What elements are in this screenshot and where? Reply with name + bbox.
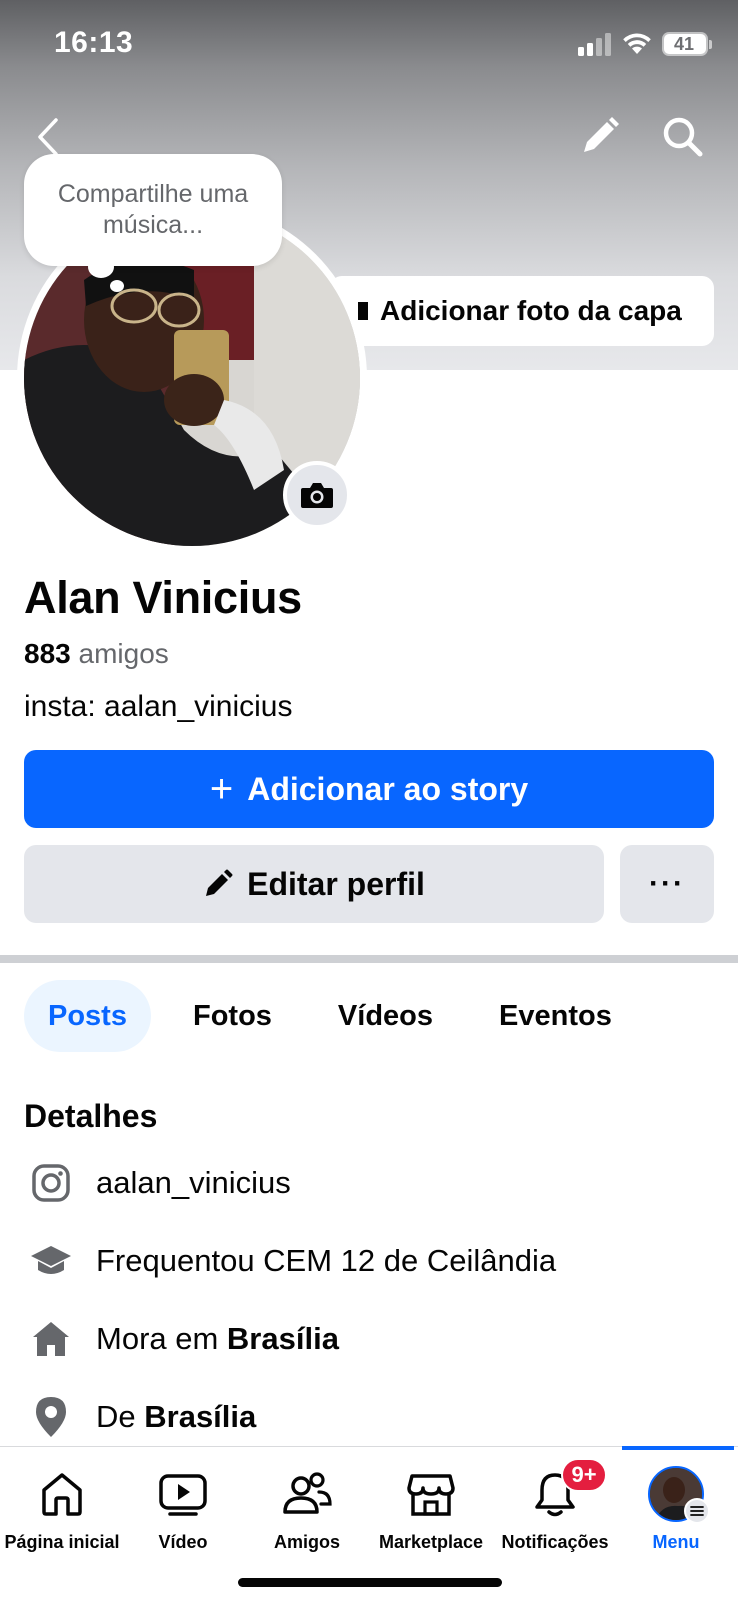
camera-icon — [301, 483, 333, 508]
friends-label: amigos — [78, 638, 169, 669]
nav-label: Vídeo — [158, 1532, 208, 1552]
tab-label: Posts — [48, 999, 127, 1032]
profile-name: Alan Vinicius — [24, 572, 302, 623]
friends-icon — [281, 1464, 333, 1524]
nav-marketplace[interactable]: Marketplace — [369, 1464, 493, 1553]
nav-menu[interactable]: Menu — [614, 1464, 738, 1553]
tab-label: Fotos — [192, 999, 272, 1032]
nav-friends[interactable]: Amigos — [245, 1464, 369, 1553]
active-tab-indicator — [622, 1446, 734, 1450]
add-to-story-button[interactable]: + Adicionar ao story — [24, 750, 714, 828]
note-bubble-tail-small — [110, 280, 124, 292]
home-indicator — [238, 1578, 502, 1587]
graduation-cap-icon — [24, 1236, 78, 1286]
nav-notifications[interactable]: 9+ Notificações — [493, 1458, 617, 1553]
nav-label: Marketplace — [378, 1532, 484, 1552]
search-icon — [663, 117, 703, 157]
tab-events[interactable]: Eventos — [475, 980, 636, 1052]
edit-profile-button[interactable]: Editar perfil — [24, 845, 604, 923]
instagram-icon — [24, 1158, 78, 1208]
menu-icon — [684, 1498, 710, 1524]
status-bar: 16:13 41 — [0, 0, 738, 90]
detail-instagram[interactable]: aalan_vinicius — [24, 1158, 291, 1208]
profile-bio: insta: aalan_vinicius — [24, 690, 293, 723]
nav-home[interactable]: Página inicial — [0, 1464, 124, 1553]
notification-badge: 9+ — [561, 1458, 607, 1492]
detail-education: Frequentou CEM 12 de Ceilândia — [24, 1236, 556, 1286]
bell-icon: 9+ — [531, 1458, 607, 1524]
detail-hometown: De Brasília — [24, 1392, 256, 1442]
home-icon — [24, 1314, 78, 1364]
note-bubble[interactable]: Compartilhe uma música... — [24, 154, 282, 266]
profile-tabs: Posts Fotos Vídeos Eventos — [24, 980, 654, 1052]
tab-videos[interactable]: Vídeos — [314, 980, 457, 1052]
signal-icon — [578, 33, 611, 56]
note-bubble-tail — [88, 256, 114, 278]
pencil-icon — [206, 869, 233, 896]
wifi-icon — [623, 33, 651, 54]
section-divider — [0, 955, 738, 963]
status-time: 16:13 — [54, 26, 134, 59]
more-dots-icon: ··· — [649, 867, 685, 900]
nav-video[interactable]: Vídeo — [121, 1464, 245, 1553]
edit-button[interactable] — [574, 112, 624, 162]
nav-label: Notificações — [501, 1532, 609, 1552]
detail-bold: Brasília — [144, 1399, 257, 1434]
detail-bold: Brasília — [226, 1321, 339, 1356]
tab-photos[interactable]: Fotos — [169, 980, 296, 1052]
friends-count[interactable]: 883 amigos — [24, 638, 169, 670]
marketplace-icon — [406, 1464, 456, 1524]
change-avatar-button[interactable] — [283, 461, 351, 529]
tab-label: Vídeos — [337, 999, 434, 1032]
note-text: Compartilhe uma música... — [57, 180, 249, 239]
add-to-story-label: Adicionar ao story — [247, 770, 529, 807]
edit-profile-label: Editar perfil — [247, 865, 425, 902]
detail-text: aalan_vinicius — [96, 1165, 291, 1200]
details-heading: Detalhes — [24, 1098, 158, 1134]
add-cover-photo-button[interactable]: Adicionar foto da capa — [330, 276, 714, 346]
camera-icon — [358, 302, 368, 320]
tab-posts[interactable]: Posts — [24, 980, 151, 1052]
tab-label: Eventos — [499, 999, 612, 1032]
nav-label: Página inicial — [4, 1532, 120, 1552]
search-button[interactable] — [658, 112, 708, 162]
detail-text: De Brasília — [96, 1399, 257, 1434]
battery-icon: 41 — [662, 32, 708, 56]
location-pin-icon — [24, 1392, 78, 1442]
detail-current-city: Mora em Brasília — [24, 1314, 339, 1364]
detail-text: Mora em Brasília — [96, 1321, 339, 1356]
friends-number: 883 — [24, 638, 71, 669]
video-icon — [158, 1464, 208, 1524]
add-cover-label: Adicionar foto da capa — [380, 295, 682, 326]
battery-level: 41 — [673, 34, 695, 54]
nav-label: Menu — [652, 1532, 700, 1552]
plus-icon: + — [209, 767, 234, 811]
nav-label: Amigos — [273, 1532, 340, 1552]
detail-text: Frequentou CEM 12 de Ceilândia — [96, 1243, 557, 1278]
more-options-button[interactable]: ··· — [620, 845, 714, 923]
home-icon — [38, 1464, 86, 1524]
pencil-icon — [584, 117, 619, 152]
